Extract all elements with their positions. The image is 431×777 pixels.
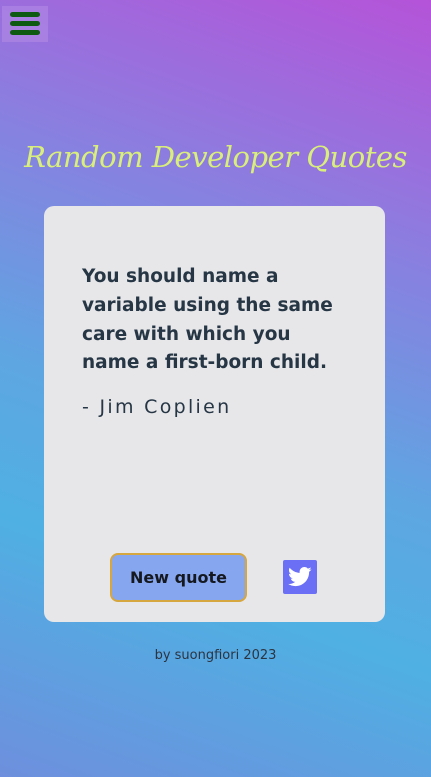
quote-text: You should name a variable using the sam… [82, 266, 333, 374]
quote-author: - Jim Coplien [82, 396, 232, 418]
hamburger-menu-icon [10, 12, 40, 17]
hamburger-bar [10, 21, 40, 26]
hamburger-menu-button[interactable] [2, 6, 48, 42]
new-quote-button[interactable]: New quote [110, 553, 247, 602]
quote-card: You should name a variable using the sam… [44, 206, 385, 622]
tweet-button[interactable] [283, 560, 317, 594]
twitter-icon [288, 567, 312, 587]
hamburger-bar [10, 30, 40, 35]
footer-credit: by suongfiori 2023 [154, 648, 277, 663]
page-title: Random Developer Quotes [24, 140, 407, 174]
